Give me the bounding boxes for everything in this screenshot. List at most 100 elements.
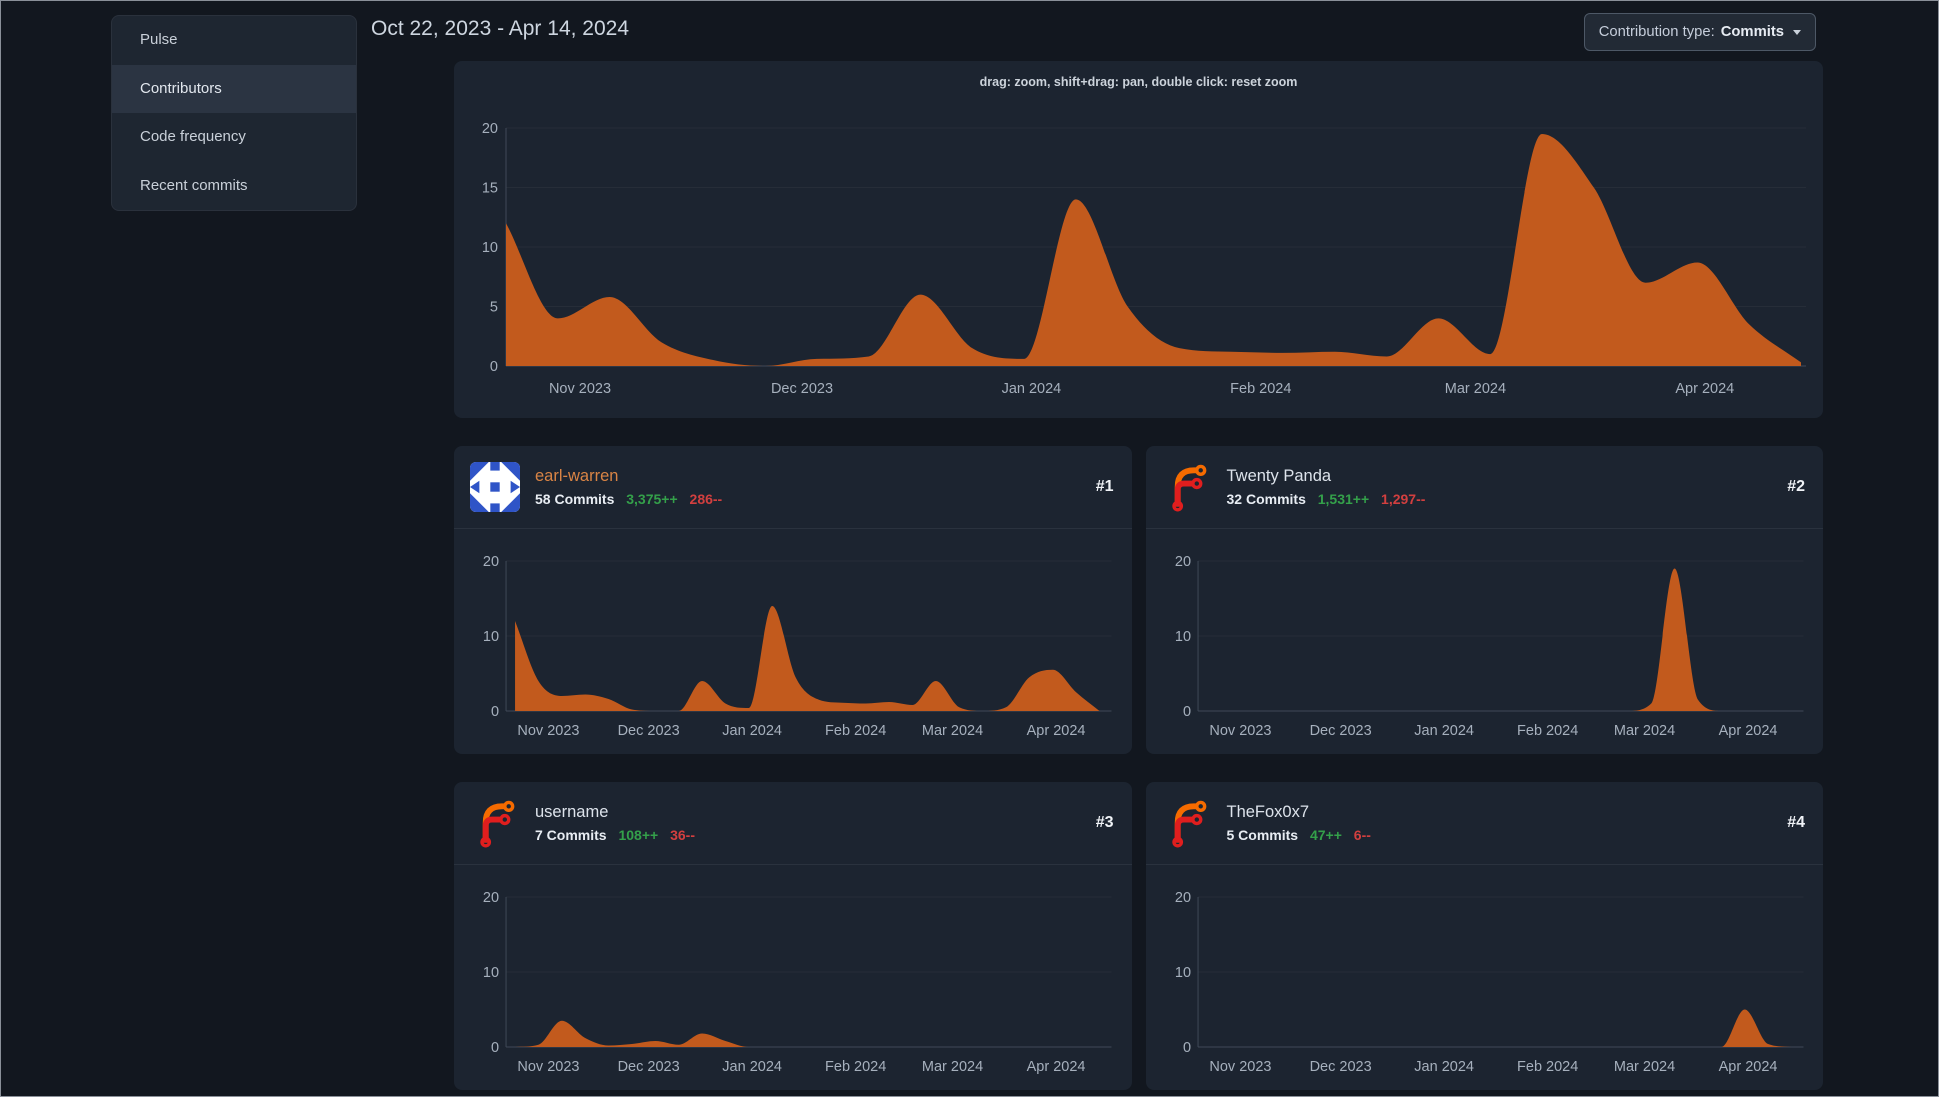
contributor-card-3: username 7 Commits 108++ 36-- #3 0 10 20 No… xyxy=(454,782,1132,1090)
svg-text:Nov 2023: Nov 2023 xyxy=(549,381,611,397)
additions-count: 47++ xyxy=(1309,827,1342,843)
deletions-count: 1,297-- xyxy=(1381,491,1426,507)
svg-text:20: 20 xyxy=(1174,890,1190,906)
contributor-avatar xyxy=(470,462,520,512)
svg-text:10: 10 xyxy=(1174,965,1190,981)
svg-text:0: 0 xyxy=(491,704,499,720)
svg-text:20: 20 xyxy=(1174,554,1190,570)
svg-text:0: 0 xyxy=(490,359,498,375)
svg-text:10: 10 xyxy=(482,240,498,256)
activity-sidebar-menu: Pulse Contributors Code frequency Recent… xyxy=(111,15,357,211)
svg-text:Jan 2024: Jan 2024 xyxy=(1002,381,1062,397)
contributor-name: TheFox0x7 xyxy=(1226,803,1310,821)
contributor-card-header: earl-warren 58 Commits 3,375++ 286-- #1 xyxy=(454,446,1132,529)
commit-count: 7 Commits xyxy=(535,827,607,843)
commit-count: 58 Commits xyxy=(535,491,615,507)
contributor-chart[interactable]: 0 10 20 Nov 2023 Dec 2023 Jan 2024 Feb 2024 Mar… xyxy=(1146,865,1824,1090)
contributor-avatar xyxy=(1162,798,1212,848)
commit-count: 5 Commits xyxy=(1226,827,1299,843)
deletions-count: 36-- xyxy=(670,827,695,843)
svg-text:Dec 2023: Dec 2023 xyxy=(1309,1059,1371,1075)
svg-text:10: 10 xyxy=(483,629,499,645)
contributor-card-2: Twenty Panda 32 Commits 1,531++ 1,297-- … xyxy=(1145,446,1824,754)
svg-text:Apr 2024: Apr 2024 xyxy=(1675,381,1734,397)
contributor-chart[interactable]: 0 10 20 Nov 2023 Dec 2023 Jan 2024 Feb 2024 Mar… xyxy=(1146,529,1824,754)
svg-text:Dec 2023: Dec 2023 xyxy=(618,1059,680,1075)
deletions-count: 6-- xyxy=(1353,827,1371,843)
svg-text:Dec 2023: Dec 2023 xyxy=(1309,723,1371,739)
contributor-name: username xyxy=(535,803,609,821)
svg-text:Nov 2023: Nov 2023 xyxy=(1209,1059,1271,1075)
svg-text:Mar 2024: Mar 2024 xyxy=(922,723,983,739)
svg-text:Feb 2024: Feb 2024 xyxy=(825,1059,886,1075)
svg-text:0: 0 xyxy=(491,1040,499,1056)
forgejo-logo-icon xyxy=(480,800,515,848)
sidebar-item-recent-commits[interactable]: Recent commits xyxy=(112,162,356,211)
svg-text:0: 0 xyxy=(1182,1040,1190,1056)
additions-count: 1,531++ xyxy=(1317,491,1370,507)
svg-text:10: 10 xyxy=(1174,629,1190,645)
forgejo-logo-icon xyxy=(1171,464,1206,512)
svg-text:Apr 2024: Apr 2024 xyxy=(1718,723,1777,739)
deletions-count: 286-- xyxy=(689,491,723,507)
chevron-down-icon xyxy=(1793,29,1801,35)
additions-count: 108++ xyxy=(618,827,659,843)
contributor-stats: 32 Commits 1,531++ 1,297-- xyxy=(1227,491,1788,507)
blue-identicon-icon xyxy=(470,462,520,512)
svg-text:Nov 2023: Nov 2023 xyxy=(1209,723,1271,739)
overall-contributions-panel: drag: zoom, shift+drag: pan, double clic… xyxy=(454,61,1823,418)
svg-text:Apr 2024: Apr 2024 xyxy=(1718,1059,1777,1075)
forgejo-logo-icon xyxy=(1171,800,1206,848)
svg-text:Feb 2024: Feb 2024 xyxy=(1517,1059,1578,1075)
svg-text:Jan 2024: Jan 2024 xyxy=(722,1059,782,1075)
contributor-stats: 58 Commits 3,375++ 286-- xyxy=(535,491,1096,507)
contributor-cards-grid: earl-warren 58 Commits 3,375++ 286-- #1 … xyxy=(454,446,1823,1090)
svg-text:Apr 2024: Apr 2024 xyxy=(1027,1059,1086,1075)
contributors-activity-page: Pulse Contributors Code frequency Recent… xyxy=(0,0,1939,1097)
contributor-card-header: TheFox0x7 5 Commits 47++ 6-- #4 xyxy=(1145,782,1823,865)
contributor-avatar xyxy=(470,798,520,848)
contributor-card-4: TheFox0x7 5 Commits 47++ 6-- #4 0 10 20 Nov… xyxy=(1145,782,1824,1090)
svg-text:15: 15 xyxy=(482,181,498,197)
svg-text:Feb 2024: Feb 2024 xyxy=(825,723,886,739)
svg-text:Apr 2024: Apr 2024 xyxy=(1027,723,1086,739)
svg-text:Jan 2024: Jan 2024 xyxy=(1414,1059,1474,1075)
svg-text:Mar 2024: Mar 2024 xyxy=(922,1059,983,1075)
svg-text:20: 20 xyxy=(482,121,498,137)
svg-text:Jan 2024: Jan 2024 xyxy=(1414,723,1474,739)
rank-badge: #4 xyxy=(1787,814,1805,831)
contributor-name: Twenty Panda xyxy=(1226,467,1332,485)
svg-text:Feb 2024: Feb 2024 xyxy=(1517,723,1578,739)
rank-badge: #1 xyxy=(1095,478,1114,495)
contributor-avatar xyxy=(1162,462,1212,512)
contribution-type-dropdown[interactable]: Contribution type: Commits xyxy=(1583,13,1816,51)
contributor-card-header: username 7 Commits 108++ 36-- #3 xyxy=(454,782,1132,865)
svg-text:Nov 2023: Nov 2023 xyxy=(517,1059,579,1075)
svg-text:Mar 2024: Mar 2024 xyxy=(1613,723,1674,739)
commit-count: 32 Commits xyxy=(1226,491,1306,507)
contributor-chart[interactable]: 0 10 20 Nov 2023 Dec 2023 Jan 2024 Feb 2024 Mar… xyxy=(454,865,1132,1090)
svg-text:20: 20 xyxy=(483,890,499,906)
contribution-type-value: Commits xyxy=(1720,24,1784,40)
sidebar-item-pulse[interactable]: Pulse xyxy=(112,16,356,65)
contributor-card-1: earl-warren 58 Commits 3,375++ 286-- #1 … xyxy=(454,446,1132,754)
svg-text:Feb 2024: Feb 2024 xyxy=(1230,381,1291,397)
rank-badge: #2 xyxy=(1787,478,1805,495)
additions-count: 3,375++ xyxy=(626,491,678,507)
svg-text:Dec 2023: Dec 2023 xyxy=(771,381,833,397)
contribution-type-label: Contribution type: xyxy=(1598,24,1715,40)
svg-text:Mar 2024: Mar 2024 xyxy=(1445,381,1506,397)
contributor-stats: 5 Commits 47++ 6-- xyxy=(1227,827,1788,843)
date-range-title: Oct 22, 2023 - Apr 14, 2024 xyxy=(371,17,630,40)
contributor-stats: 7 Commits 108++ 36-- xyxy=(535,827,1096,843)
svg-text:10: 10 xyxy=(483,965,499,981)
overall-contributions-chart[interactable]: 0 5 10 15 20 Nov 2023 Dec 2023 Jan 2024 Feb 2024… xyxy=(454,61,1823,418)
contributor-name[interactable]: earl-warren xyxy=(535,467,1096,486)
svg-text:Mar 2024: Mar 2024 xyxy=(1613,1059,1674,1075)
sidebar-item-contributors[interactable]: Contributors xyxy=(112,64,356,113)
svg-text:5: 5 xyxy=(490,300,498,316)
svg-text:Nov 2023: Nov 2023 xyxy=(517,723,579,739)
svg-text:Dec 2023: Dec 2023 xyxy=(618,723,680,739)
sidebar-item-code-frequency[interactable]: Code frequency xyxy=(112,113,356,162)
contributor-chart[interactable]: 0 10 20 Nov 2023 Dec 2023 Jan 2024 Feb 2024 Mar… xyxy=(454,529,1132,754)
